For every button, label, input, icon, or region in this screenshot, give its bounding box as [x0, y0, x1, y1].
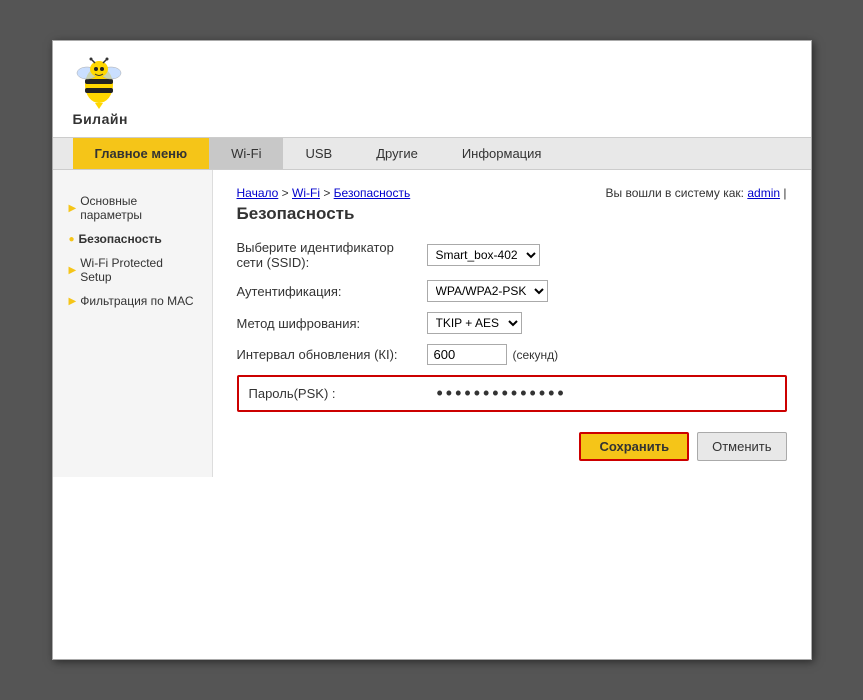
auth-row: Аутентификация: WPA/WPA2-PSK WPA-PSK WPA…: [237, 280, 787, 302]
tab-info[interactable]: Информация: [440, 138, 564, 169]
page-title: Безопасность: [237, 204, 787, 224]
breadcrumb-wifi[interactable]: Wi-Fi: [292, 186, 320, 200]
sidebar-item-mac-filter[interactable]: ▶ Фильтрация по МАС: [63, 290, 202, 312]
beeline-logo-icon: [73, 57, 125, 109]
form-table: Выберите идентификатор сети (SSID): Smar…: [237, 240, 787, 412]
encrypt-control: TKIP + AES TKIP AES: [427, 312, 522, 334]
logo-container: Билайн: [73, 57, 128, 127]
header: Билайн: [53, 41, 811, 137]
tab-other[interactable]: Другие: [354, 138, 440, 169]
sidebar-item-wps[interactable]: ▶ Wi-Fi Protected Setup: [63, 252, 202, 288]
encrypt-row: Метод шифрования: TKIP + AES TKIP AES: [237, 312, 787, 334]
auth-control: WPA/WPA2-PSK WPA-PSK WPA2-PSK: [427, 280, 548, 302]
interval-unit: (секунд): [513, 348, 559, 362]
interval-input[interactable]: [427, 344, 507, 365]
button-row: Сохранить Отменить: [237, 432, 787, 461]
sidebar-item-basic-settings[interactable]: ▶ Основные параметры: [63, 190, 202, 226]
sidebar: ▶ Основные параметры ● Безопасность ▶ Wi…: [53, 170, 213, 477]
encrypt-label: Метод шифрования:: [237, 316, 427, 331]
main-content: Начало > Wi-Fi > Безопасность Вы вошли в…: [213, 170, 811, 477]
interval-label: Интервал обновления (КI):: [237, 347, 427, 362]
breadcrumb: Начало > Wi-Fi > Безопасность Вы вошли в…: [237, 186, 787, 200]
password-label: Пароль(PSK) :: [249, 386, 437, 401]
auth-label: Аутентификация:: [237, 284, 427, 299]
password-control: [437, 383, 637, 404]
cancel-button[interactable]: Отменить: [697, 432, 786, 461]
breadcrumb-home[interactable]: Начало: [237, 186, 279, 200]
ssid-select[interactable]: Smart_box-402: [427, 244, 540, 266]
encrypt-select[interactable]: TKIP + AES TKIP AES: [427, 312, 522, 334]
login-user-link[interactable]: admin: [747, 186, 780, 200]
arrow-icon-2: ▶: [69, 265, 77, 276]
tab-usb[interactable]: USB: [283, 138, 354, 169]
breadcrumb-security[interactable]: Безопасность: [334, 186, 411, 200]
router-config-window: Билайн Главное меню Wi-Fi USB Другие Инф…: [52, 40, 812, 660]
breadcrumb-path: Начало > Wi-Fi > Безопасность: [237, 186, 411, 200]
tab-wifi[interactable]: Wi-Fi: [209, 138, 283, 169]
interval-control: (секунд): [427, 344, 559, 365]
ssid-control: Smart_box-402: [427, 244, 540, 266]
ssid-label: Выберите идентификатор сети (SSID):: [237, 240, 427, 270]
arrow-icon: ▶: [69, 203, 77, 214]
login-info: Вы вошли в систему как: admin |: [606, 186, 787, 200]
password-input[interactable]: [437, 383, 637, 404]
sidebar-item-security[interactable]: ● Безопасность: [63, 228, 202, 250]
password-row-highlighted: Пароль(PSK) :: [237, 375, 787, 412]
nav-bar: Главное меню Wi-Fi USB Другие Информация: [53, 137, 811, 170]
arrow-active-icon: ●: [69, 234, 75, 245]
content-area: ▶ Основные параметры ● Безопасность ▶ Wi…: [53, 170, 811, 477]
arrow-icon-3: ▶: [69, 296, 77, 307]
tab-main-menu[interactable]: Главное меню: [73, 138, 210, 169]
save-button[interactable]: Сохранить: [579, 432, 689, 461]
auth-select[interactable]: WPA/WPA2-PSK WPA-PSK WPA2-PSK: [427, 280, 548, 302]
logo-text: Билайн: [73, 111, 128, 127]
ssid-row: Выберите идентификатор сети (SSID): Smar…: [237, 240, 787, 270]
interval-row: Интервал обновления (КI): (секунд): [237, 344, 787, 365]
